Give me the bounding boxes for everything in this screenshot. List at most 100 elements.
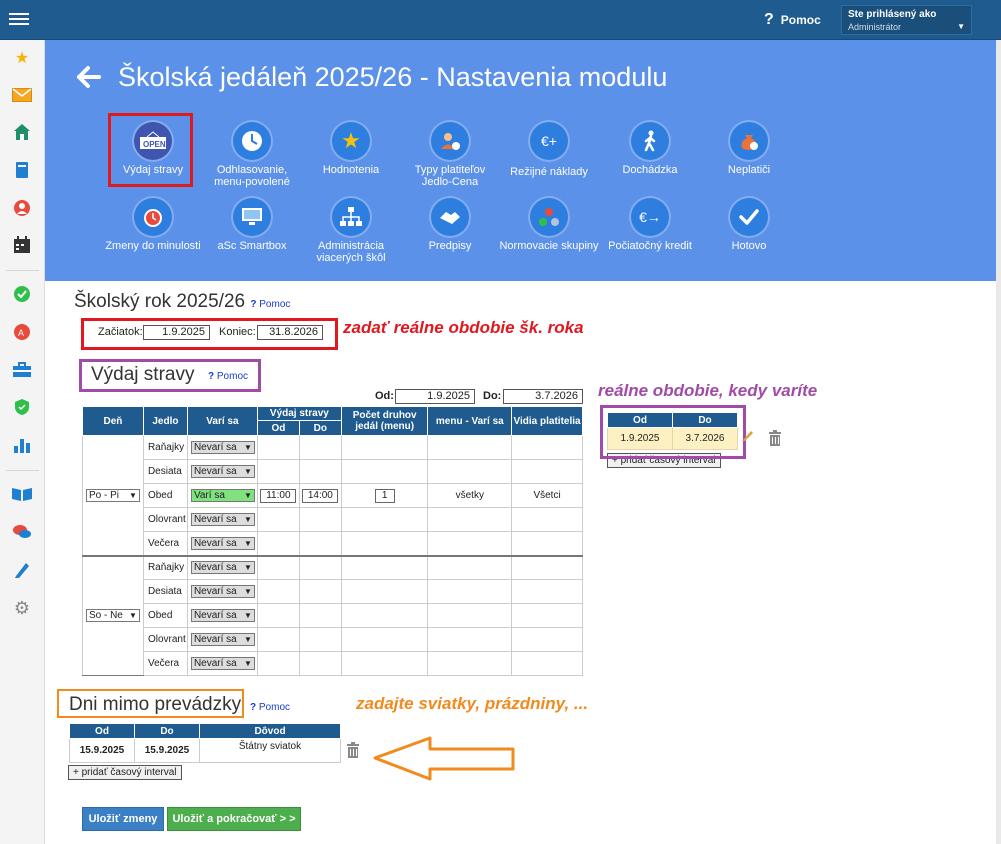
cook-status-value: Nevarí sa: [193, 466, 237, 477]
payers-cell[interactable]: [511, 579, 583, 604]
back-arrow-icon[interactable]: [75, 64, 101, 90]
menu-cell[interactable]: [427, 531, 513, 556]
calendar-icon[interactable]: [11, 234, 33, 256]
do-cell: [298, 555, 342, 580]
payers-cell[interactable]: Všetci: [511, 483, 583, 508]
start-label: Začiatok:: [98, 326, 143, 338]
cook-status-value: Nevarí sa: [193, 586, 237, 597]
module-administracia-skol[interactable]: Administrácia viacerých škôl: [301, 198, 401, 264]
menu-cell[interactable]: [427, 651, 513, 676]
cook-status-select[interactable]: Nevarí sa ▼: [190, 465, 255, 478]
payers-cell[interactable]: [511, 507, 583, 532]
menu-count-input[interactable]: 1: [374, 488, 395, 503]
pen-icon[interactable]: [11, 559, 33, 581]
vydaj-from-input[interactable]: 1.9.2025: [395, 389, 475, 404]
menu-cell[interactable]: [427, 555, 513, 580]
vydaj-row: Po - Pi ▼ Raňajky Nevarí sa ▼: [82, 435, 583, 556]
cook-status-select[interactable]: Nevarí sa ▼: [190, 536, 255, 550]
time-to-input[interactable]: 14:00: [302, 488, 339, 503]
org-chart-icon: [332, 198, 370, 236]
check-circle-icon[interactable]: [11, 283, 33, 305]
module-neplatici[interactable]: Neplatiči: [699, 122, 799, 176]
cook-status-select[interactable]: Nevarí sa ▼: [190, 633, 255, 646]
edit-pencil-icon[interactable]: [741, 428, 755, 445]
payers-cell[interactable]: [511, 459, 583, 484]
module-normovacie-skupiny[interactable]: Normovacie skupiny: [499, 198, 599, 252]
module-asc-smartbox[interactable]: aSc Smartbox: [202, 198, 302, 252]
book-icon[interactable]: [11, 159, 33, 181]
hamburger-menu-icon[interactable]: [9, 10, 29, 30]
day-select[interactable]: Po - Pi ▼: [85, 488, 140, 502]
school-year-start-input[interactable]: 1.9.2025: [143, 325, 210, 340]
briefcase-icon[interactable]: [11, 359, 33, 381]
save-continue-button[interactable]: Uložiť a pokračovať > >: [167, 807, 301, 831]
chat-icon[interactable]: [11, 521, 33, 543]
col-header-od: Od: [256, 420, 300, 436]
cook-status-value: Nevarí sa: [193, 634, 237, 645]
module-label: Režijné náklady: [510, 166, 588, 178]
od-cell: 11:00: [256, 483, 300, 508]
module-typy-platitelov[interactable]: Typy platiteľov Jedlo-Cena: [400, 122, 500, 188]
module-hotovo[interactable]: Hotovo: [699, 198, 799, 252]
star-icon[interactable]: ★: [11, 47, 33, 69]
user-icon[interactable]: [11, 197, 33, 219]
vydaj-to-input[interactable]: 3.7.2026: [503, 389, 583, 404]
closed-day-row[interactable]: 15.9.2025 15.9.2025 Štátny sviatok: [69, 738, 341, 763]
top-help-link[interactable]: ? Pomoc: [764, 11, 821, 29]
module-rezijne-naklady[interactable]: €+ Režijné náklady: [499, 122, 599, 178]
mail-icon[interactable]: [11, 84, 33, 106]
cook-status-select[interactable]: Nevarí sa ▼: [190, 513, 255, 526]
payers-cell[interactable]: [511, 603, 583, 628]
trash-icon[interactable]: [346, 742, 360, 758]
menu-cell[interactable]: [427, 435, 513, 460]
cook-status-select[interactable]: Nevarí sa ▼: [190, 657, 255, 670]
module-pociatocny-kredit[interactable]: €→ Počiatočný kredit: [600, 198, 700, 252]
shield-icon[interactable]: [11, 396, 33, 418]
settings-gear-icon[interactable]: ⚙: [11, 597, 33, 619]
status-cell: Nevarí sa ▼: [186, 531, 258, 556]
payers-cell[interactable]: [511, 531, 583, 556]
save-button[interactable]: Uložiť zmeny: [82, 807, 164, 831]
module-odhlasovanie[interactable]: Odhlasovanie, menu-povolené: [202, 122, 302, 188]
day-select[interactable]: So - Ne ▼: [85, 609, 140, 623]
vydaj-help-link[interactable]: ? Pomoc: [208, 371, 248, 382]
cook-status-select[interactable]: Nevarí sa ▼: [190, 441, 255, 454]
open-book-icon[interactable]: [11, 483, 33, 505]
menu-cell[interactable]: [427, 459, 513, 484]
scrollbar[interactable]: [996, 40, 1001, 844]
home-icon[interactable]: [11, 121, 33, 143]
cook-status-select[interactable]: Varí sa ▼: [190, 489, 255, 502]
closed-days-help-link[interactable]: ? Pomoc: [250, 702, 290, 713]
meal-label: Desiata: [142, 579, 188, 604]
user-dropdown[interactable]: Ste prihlásený ako Administrátor ▼: [841, 5, 972, 35]
menu-cell[interactable]: [427, 603, 513, 628]
do-cell: [298, 603, 342, 628]
meal-label: Večera: [142, 531, 188, 556]
module-dochadzka[interactable]: Dochádzka: [600, 122, 700, 176]
cook-status-select[interactable]: Nevarí sa ▼: [190, 585, 255, 598]
cook-status-select[interactable]: Nevarí sa ▼: [190, 609, 255, 622]
trash-icon[interactable]: [768, 430, 782, 446]
school-year-end-input[interactable]: 31.8.2026: [257, 325, 323, 340]
menu-cell[interactable]: [427, 507, 513, 532]
highlight-vydaj-module: [108, 113, 193, 187]
status-cell: Nevarí sa ▼: [186, 603, 258, 628]
payers-cell[interactable]: [511, 651, 583, 676]
bar-chart-icon[interactable]: [11, 434, 33, 456]
time-from-input[interactable]: 11:00: [260, 488, 297, 503]
payers-cell[interactable]: [511, 435, 583, 460]
menu-cell[interactable]: [427, 627, 513, 652]
module-predpisy[interactable]: Predpisy: [400, 198, 500, 252]
school-year-help-link[interactable]: ? Pomoc: [250, 299, 290, 310]
add-closed-interval-button[interactable]: + pridať časový interval: [68, 765, 182, 780]
menu-cell[interactable]: všetky: [427, 483, 513, 508]
module-zmeny-do-minulosti[interactable]: Zmeny do minulosti: [103, 198, 203, 252]
menu-cell[interactable]: [427, 579, 513, 604]
cook-status-select[interactable]: Nevarí sa ▼: [190, 561, 255, 575]
payers-cell[interactable]: [511, 627, 583, 652]
grade-icon[interactable]: A: [11, 321, 33, 343]
col-header-jedlo: Jedlo: [142, 406, 188, 436]
payers-cell[interactable]: [511, 555, 583, 580]
status-cell: Varí sa ▼: [186, 483, 258, 508]
module-hodnotenia[interactable]: ★ Hodnotenia: [301, 122, 401, 176]
